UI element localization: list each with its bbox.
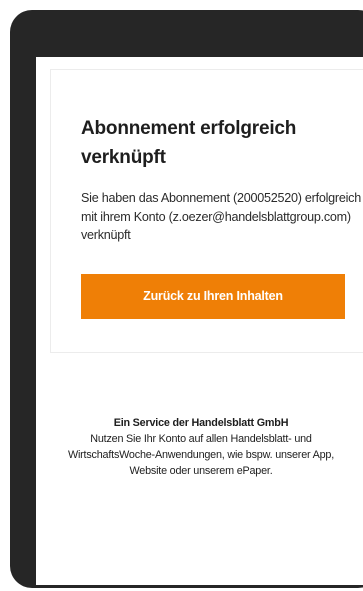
confirmation-title: Abonnement erfolgreich verknüpft bbox=[81, 118, 297, 168]
confirmation-message: Sie haben das Abonnement (200052520) erf… bbox=[81, 191, 361, 242]
screen: Abonnement erfolgreich verknüpft Sie hab… bbox=[36, 57, 363, 585]
device-frame: Abonnement erfolgreich verknüpft Sie hab… bbox=[10, 10, 363, 588]
back-to-content-button[interactable]: Zurück zu Ihren Inhalten bbox=[81, 274, 345, 319]
confirmation-card: Abonnement erfolgreich verknüpft Sie hab… bbox=[50, 69, 363, 353]
footer-title: Ein Service der Handelsblatt GmbH bbox=[113, 417, 289, 429]
footer-text: Nutzen Sie Ihr Konto auf allen Handelsbl… bbox=[67, 433, 335, 477]
footer: Ein Service der Handelsblatt GmbH Nutzen… bbox=[36, 415, 363, 479]
